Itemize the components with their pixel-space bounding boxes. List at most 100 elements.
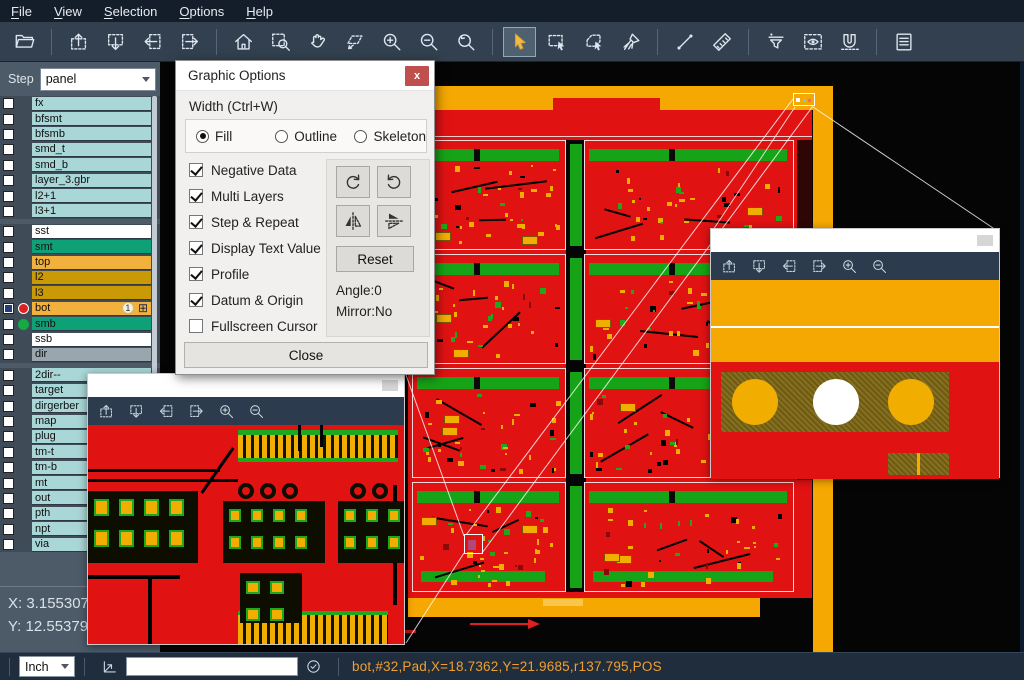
zoom-out-button[interactable] xyxy=(871,258,888,275)
select-rectangle-button[interactable] xyxy=(540,27,573,57)
checkbox-profile[interactable]: Profile xyxy=(189,261,329,287)
pan-right-button[interactable] xyxy=(811,258,828,275)
layer-row-top[interactable]: top xyxy=(0,255,160,270)
open-file-button[interactable] xyxy=(8,27,41,57)
zoom-previous-button[interactable] xyxy=(449,27,482,57)
layer-visibility-checkbox[interactable] xyxy=(3,303,14,314)
popup-title-bar[interactable] xyxy=(88,374,404,397)
layer-visibility-checkbox[interactable] xyxy=(3,334,14,345)
pan-left-button[interactable] xyxy=(136,27,169,57)
radio-outline[interactable]: Outline xyxy=(275,129,344,144)
layer-row-bot[interactable]: bot1⊞ xyxy=(0,301,160,316)
menu-file[interactable]: File xyxy=(0,0,43,22)
pan-view-button[interactable] xyxy=(301,27,334,57)
layer-row-smt[interactable]: smt xyxy=(0,240,160,255)
layer-row-ssb[interactable]: ssb xyxy=(0,332,160,347)
popup-minimize-button[interactable] xyxy=(977,235,993,246)
layer-row-fx[interactable]: fx xyxy=(0,96,160,111)
clean-button[interactable] xyxy=(614,27,647,57)
radio-fill[interactable]: Fill xyxy=(196,129,265,144)
checkbox-step-repeat[interactable]: Step & Repeat xyxy=(189,209,329,235)
pan-right-button[interactable] xyxy=(173,27,206,57)
reset-button[interactable]: Reset xyxy=(336,246,414,272)
layer-chip[interactable]: smd_t xyxy=(32,143,151,157)
checkbox-datum-origin[interactable]: Datum & Origin xyxy=(189,287,329,313)
pan-left-button[interactable] xyxy=(158,403,175,420)
layer-visibility-checkbox[interactable] xyxy=(3,319,14,330)
layer-chip[interactable]: smd_b xyxy=(32,158,151,172)
command-input[interactable] xyxy=(126,657,298,676)
flip-horizontal-button[interactable] xyxy=(336,205,370,237)
layer-visibility-checkbox[interactable] xyxy=(3,493,14,504)
layer-row-smd_b[interactable]: smd_b xyxy=(0,158,160,173)
pan-down-button[interactable] xyxy=(128,403,145,420)
pan-down-button[interactable] xyxy=(99,27,132,57)
snap-button[interactable] xyxy=(833,27,866,57)
layer-visibility-checkbox[interactable] xyxy=(3,175,14,186)
layer-chip[interactable]: l3+1 xyxy=(32,204,151,218)
pan-left-button[interactable] xyxy=(781,258,798,275)
layer-chip[interactable]: layer_3.gbr xyxy=(32,174,151,188)
popup-title-bar[interactable] xyxy=(711,229,999,252)
measure-ruler-button[interactable] xyxy=(705,27,738,57)
checkbox-display-text-value[interactable]: Display Text Value xyxy=(189,235,329,261)
layer-visibility-checkbox[interactable] xyxy=(3,257,14,268)
drag-zoom-button[interactable] xyxy=(338,27,371,57)
zoom-in-button[interactable] xyxy=(375,27,408,57)
radio-skeleton[interactable]: Skeleton xyxy=(354,129,426,144)
layer-visibility-checkbox[interactable] xyxy=(3,226,14,237)
layer-row-l2+1[interactable]: l2+1 xyxy=(0,188,160,203)
object-visibility-button[interactable] xyxy=(796,27,829,57)
zoom-window-button[interactable] xyxy=(264,27,297,57)
layer-visibility-checkbox[interactable] xyxy=(3,539,14,550)
zoom-in-button[interactable] xyxy=(218,403,235,420)
checkbox-negative-data[interactable]: Negative Data xyxy=(189,157,329,183)
layer-visibility-checkbox[interactable] xyxy=(3,462,14,473)
pcb-zoom-view[interactable] xyxy=(711,280,999,479)
layer-visibility-checkbox[interactable] xyxy=(3,401,14,412)
layer-chip[interactable]: ssb xyxy=(32,333,151,347)
layer-visibility-checkbox[interactable] xyxy=(3,447,14,458)
layer-visibility-checkbox[interactable] xyxy=(3,478,14,489)
menu-selection[interactable]: Selection xyxy=(93,0,168,22)
zoom-out-button[interactable] xyxy=(412,27,445,57)
checkbox-multi-layers[interactable]: Multi Layers xyxy=(189,183,329,209)
menu-options[interactable]: Options xyxy=(168,0,235,22)
ortho-angle-icon[interactable] xyxy=(101,658,119,676)
layer-visibility-checkbox[interactable] xyxy=(3,385,14,396)
layer-row-sst[interactable]: sst xyxy=(0,224,160,239)
layer-row-smb[interactable]: smb xyxy=(0,316,160,331)
zoom-out-button[interactable] xyxy=(248,403,265,420)
layer-chip[interactable]: bfsmt xyxy=(32,112,151,126)
layer-visibility-checkbox[interactable] xyxy=(3,416,14,427)
layer-row-bfsmb[interactable]: bfsmb xyxy=(0,127,160,142)
pan-down-button[interactable] xyxy=(751,258,768,275)
layer-visibility-checkbox[interactable] xyxy=(3,114,14,125)
flip-vertical-button[interactable] xyxy=(377,205,411,237)
layer-row-layer_3.gbr[interactable]: layer_3.gbr xyxy=(0,173,160,188)
layer-chip[interactable]: dir xyxy=(32,348,151,362)
layer-visibility-checkbox[interactable] xyxy=(3,206,14,217)
layer-visibility-checkbox[interactable] xyxy=(3,129,14,140)
pan-up-button[interactable] xyxy=(62,27,95,57)
step-select[interactable]: panel xyxy=(40,68,156,91)
layer-visibility-checkbox[interactable] xyxy=(3,242,14,253)
layer-manager-button[interactable] xyxy=(887,27,920,57)
menu-help[interactable]: Help xyxy=(235,0,284,22)
layer-row-dir[interactable]: dir xyxy=(0,347,160,362)
dialog-title-bar[interactable]: Graphic Options x xyxy=(176,61,434,91)
layer-visibility-checkbox[interactable] xyxy=(3,524,14,535)
layer-row-smd_t[interactable]: smd_t xyxy=(0,142,160,157)
selection-filter-button[interactable] xyxy=(759,27,792,57)
layer-chip[interactable]: l2 xyxy=(32,271,151,285)
layer-visibility-checkbox[interactable] xyxy=(3,508,14,519)
layer-chip[interactable]: top xyxy=(32,256,151,270)
checkbox-fullscreen-cursor[interactable]: Fullscreen Cursor xyxy=(189,313,329,339)
layer-row-l2[interactable]: l2 xyxy=(0,270,160,285)
layer-row-bfsmt[interactable]: bfsmt xyxy=(0,111,160,126)
layer-row-l3[interactable]: l3 xyxy=(0,286,160,301)
measure-distance-button[interactable] xyxy=(668,27,701,57)
select-polygon-button[interactable] xyxy=(577,27,610,57)
layer-visibility-checkbox[interactable] xyxy=(3,272,14,283)
pan-right-button[interactable] xyxy=(188,403,205,420)
